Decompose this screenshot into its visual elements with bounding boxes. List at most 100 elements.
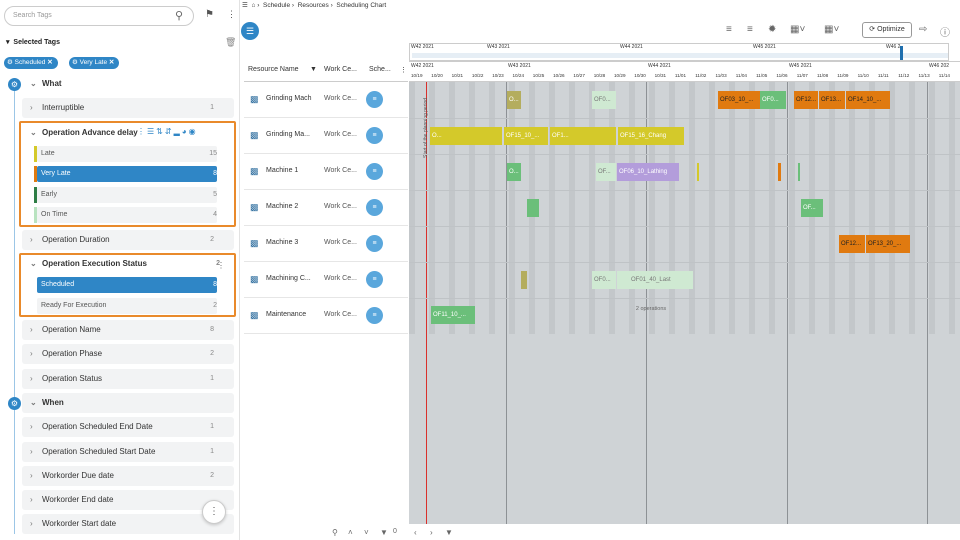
operation-bar[interactable]: OF13... [819,91,845,109]
operation-bar[interactable]: O... [507,91,521,109]
column-schedule[interactable]: Sche... [369,66,391,73]
sort-icon[interactable]: ≡ [747,24,753,35]
remove-icon[interactable]: ✕ [109,59,114,66]
menu-icon[interactable]: ☰ [242,2,248,9]
tag-row-duration[interactable]: › Operation Duration 2 [22,230,234,250]
zoom-search-icon[interactable]: ⚲ [332,528,338,537]
operation-bar[interactable]: OF13_20_... [866,235,910,253]
tag-row-exec-status[interactable]: ⌄ Operation Execution Status 2 [22,254,234,274]
next-icon[interactable]: › [430,528,433,537]
filter-icon[interactable]: ▼ [310,66,317,73]
operation-bar[interactable]: OF06_10_Lathing [617,163,679,181]
column-resource-name[interactable]: Resource Name [248,66,299,73]
view-menu-button[interactable]: ☰ [241,22,259,40]
value-early[interactable]: Early 5 [34,187,217,203]
tag-row-interruptible[interactable]: › Interruptible 1 [22,98,234,118]
schedule-icon[interactable]: ≡ [366,271,383,288]
tag-chip-scheduled[interactable]: ⚙ Scheduled ✕ [4,57,58,69]
settings-icon[interactable]: ✹ [768,24,776,35]
prev-icon[interactable]: ‹ [414,528,417,537]
tag-icon[interactable]: ⚑ [205,9,214,20]
schedule-icon[interactable]: ≡ [366,127,383,144]
operation-bar[interactable]: OF03_10_... [718,91,760,109]
value-ready[interactable]: Ready For Execution 2 [37,298,217,314]
trash-icon[interactable]: 🗑 [225,37,236,48]
value-on-time[interactable]: On Time 4 [34,207,217,223]
operation-marker[interactable] [798,163,800,181]
calendar-range-icon[interactable]: ▦˅ [824,24,839,35]
tag-row-advance-delay[interactable]: ⌄ Operation Advance delay [22,123,140,143]
week-label: W42 2021 [411,63,434,69]
breadcrumb-schedule[interactable]: Schedule [263,2,290,9]
operation-bar[interactable] [521,271,527,289]
operation-bar[interactable]: OF15_16_Chang [618,127,684,145]
operation-bar[interactable]: OF1... [550,127,616,145]
group-when[interactable]: ⌄ When [22,393,234,413]
operation-bar[interactable]: O... [430,127,502,145]
operation-bar[interactable]: OF0... [592,91,616,109]
schedule-icon[interactable]: ≡ [366,307,383,324]
tag-row-status[interactable]: › Operation Status 1 [22,369,234,389]
resource-row[interactable]: ▩ Machine 3 Work Ce... ≡ [244,226,408,262]
view-options[interactable]: ⋮☰⇅⇵▂◕◉ [137,127,198,136]
value-scheduled[interactable]: Scheduled 8 [37,277,217,293]
info-icon[interactable]: ⓘ [940,24,950,39]
selected-tags-title[interactable]: ▾ Selected Tags [6,38,60,46]
operation-bar[interactable]: OF0... [760,91,786,109]
operation-marker[interactable] [697,163,699,181]
operation-bar[interactable]: OF0... [592,271,616,289]
tag-row-phase[interactable]: › Operation Phase 2 [22,344,234,364]
hierarchy-icon[interactable]: ≡ [726,24,732,35]
tag-row-sched-end[interactable]: › Operation Scheduled End Date 1 [22,417,234,437]
day-label: 10/21 [451,73,464,78]
operation-bar[interactable]: OF11_10_... [431,306,475,324]
resource-row[interactable]: ▩ Machine 2 Work Ce... ≡ [244,190,408,226]
column-work-center[interactable]: Work Ce... [324,66,357,73]
home-icon[interactable]: ⌂ [251,2,255,9]
resource-row[interactable]: ▩ Machine 1 Work Ce... ≡ [244,154,408,190]
operation-bar[interactable]: OF... [596,163,616,181]
column-resize-handle[interactable]: ⋮ [400,66,407,74]
calendar-icon[interactable]: ▦˅ [790,24,805,35]
collapse-up-icon[interactable]: ˄ [348,528,353,537]
resource-row[interactable]: ▩ Grinding Ma... Work Ce... ≡ [244,118,408,154]
operation-bar[interactable]: OF14_10_... [846,91,890,109]
optimize-button[interactable]: ⟳ Optimize [862,22,912,38]
value-very-late[interactable]: Very Late 8 [34,166,217,182]
tag-chip-very-late[interactable]: ⚙ Very Late ✕ [69,57,120,69]
resource-row[interactable]: ▩ Maintenance Work Ce... ≡ [244,298,408,334]
schedule-icon[interactable]: ≡ [366,91,383,108]
gantt-chart[interactable]: Start of the planning period [409,82,960,524]
operation-bar[interactable]: OF15_10_... [504,127,548,145]
operation-bar[interactable] [527,199,539,217]
schedule-icon[interactable]: ≡ [366,199,383,216]
operations-group[interactable]: 2 operations [628,306,672,324]
breadcrumb-resources[interactable]: Resources [298,2,329,9]
operation-bar[interactable]: OF12... [794,91,818,109]
operation-bar[interactable]: OF01_40_Last [617,271,693,289]
remove-icon[interactable]: ✕ [47,59,52,66]
week-label: W46 202 [929,63,950,69]
search-icon[interactable]: ⚲ [175,9,187,22]
value-late[interactable]: Late 15 [34,146,217,162]
group-what[interactable]: ⌄ What [22,74,234,94]
more-options-icon[interactable]: ⋮ [217,261,225,270]
schedule-icon[interactable]: ≡ [366,235,383,252]
operation-bar[interactable]: O... [507,163,521,181]
more-options-button[interactable]: ⋮ [202,500,226,524]
operation-bar[interactable]: OF... [801,199,823,217]
filter-icon[interactable]: ▼ [380,528,388,537]
resource-row[interactable]: ▩ Grinding Mach Work Ce... ≡ [244,82,408,118]
timeline-filter-icon[interactable]: ▼ [445,528,453,537]
resource-row[interactable]: ▩ Machining C... Work Ce... ≡ [244,262,408,298]
search-input[interactable]: Search Tags [4,6,194,26]
more-options-icon[interactable]: ⋮ [227,9,236,20]
tag-row-name[interactable]: › Operation Name 8 [22,320,234,340]
logout-icon[interactable]: ⇨ [919,24,927,35]
tag-row-due-date[interactable]: › Workorder Due date 2 [22,466,234,486]
expand-down-icon[interactable]: ˅ [364,528,369,537]
operation-bar[interactable]: OF12... [839,235,865,253]
tag-row-sched-start[interactable]: › Operation Scheduled Start Date 1 [22,442,234,462]
operation-marker[interactable] [778,163,781,181]
schedule-icon[interactable]: ≡ [366,163,383,180]
